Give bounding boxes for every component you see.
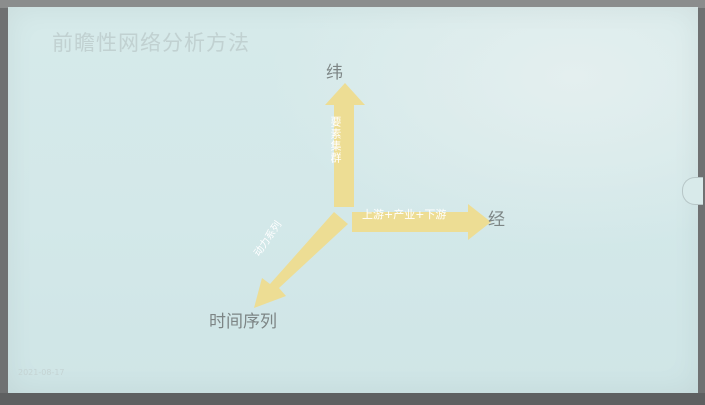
arrow-right-label: 上游+产业+下游 (362, 208, 447, 221)
arrow-up-label: 要素集群 (329, 116, 342, 164)
axis-label-longitude: 经 (488, 210, 505, 230)
arrow-diagram (254, 83, 491, 308)
monitor-bezel-bottom (0, 393, 705, 405)
axis-label-latitude: 纬 (326, 63, 343, 83)
axis-label-time-series: 时间序列 (209, 312, 277, 332)
